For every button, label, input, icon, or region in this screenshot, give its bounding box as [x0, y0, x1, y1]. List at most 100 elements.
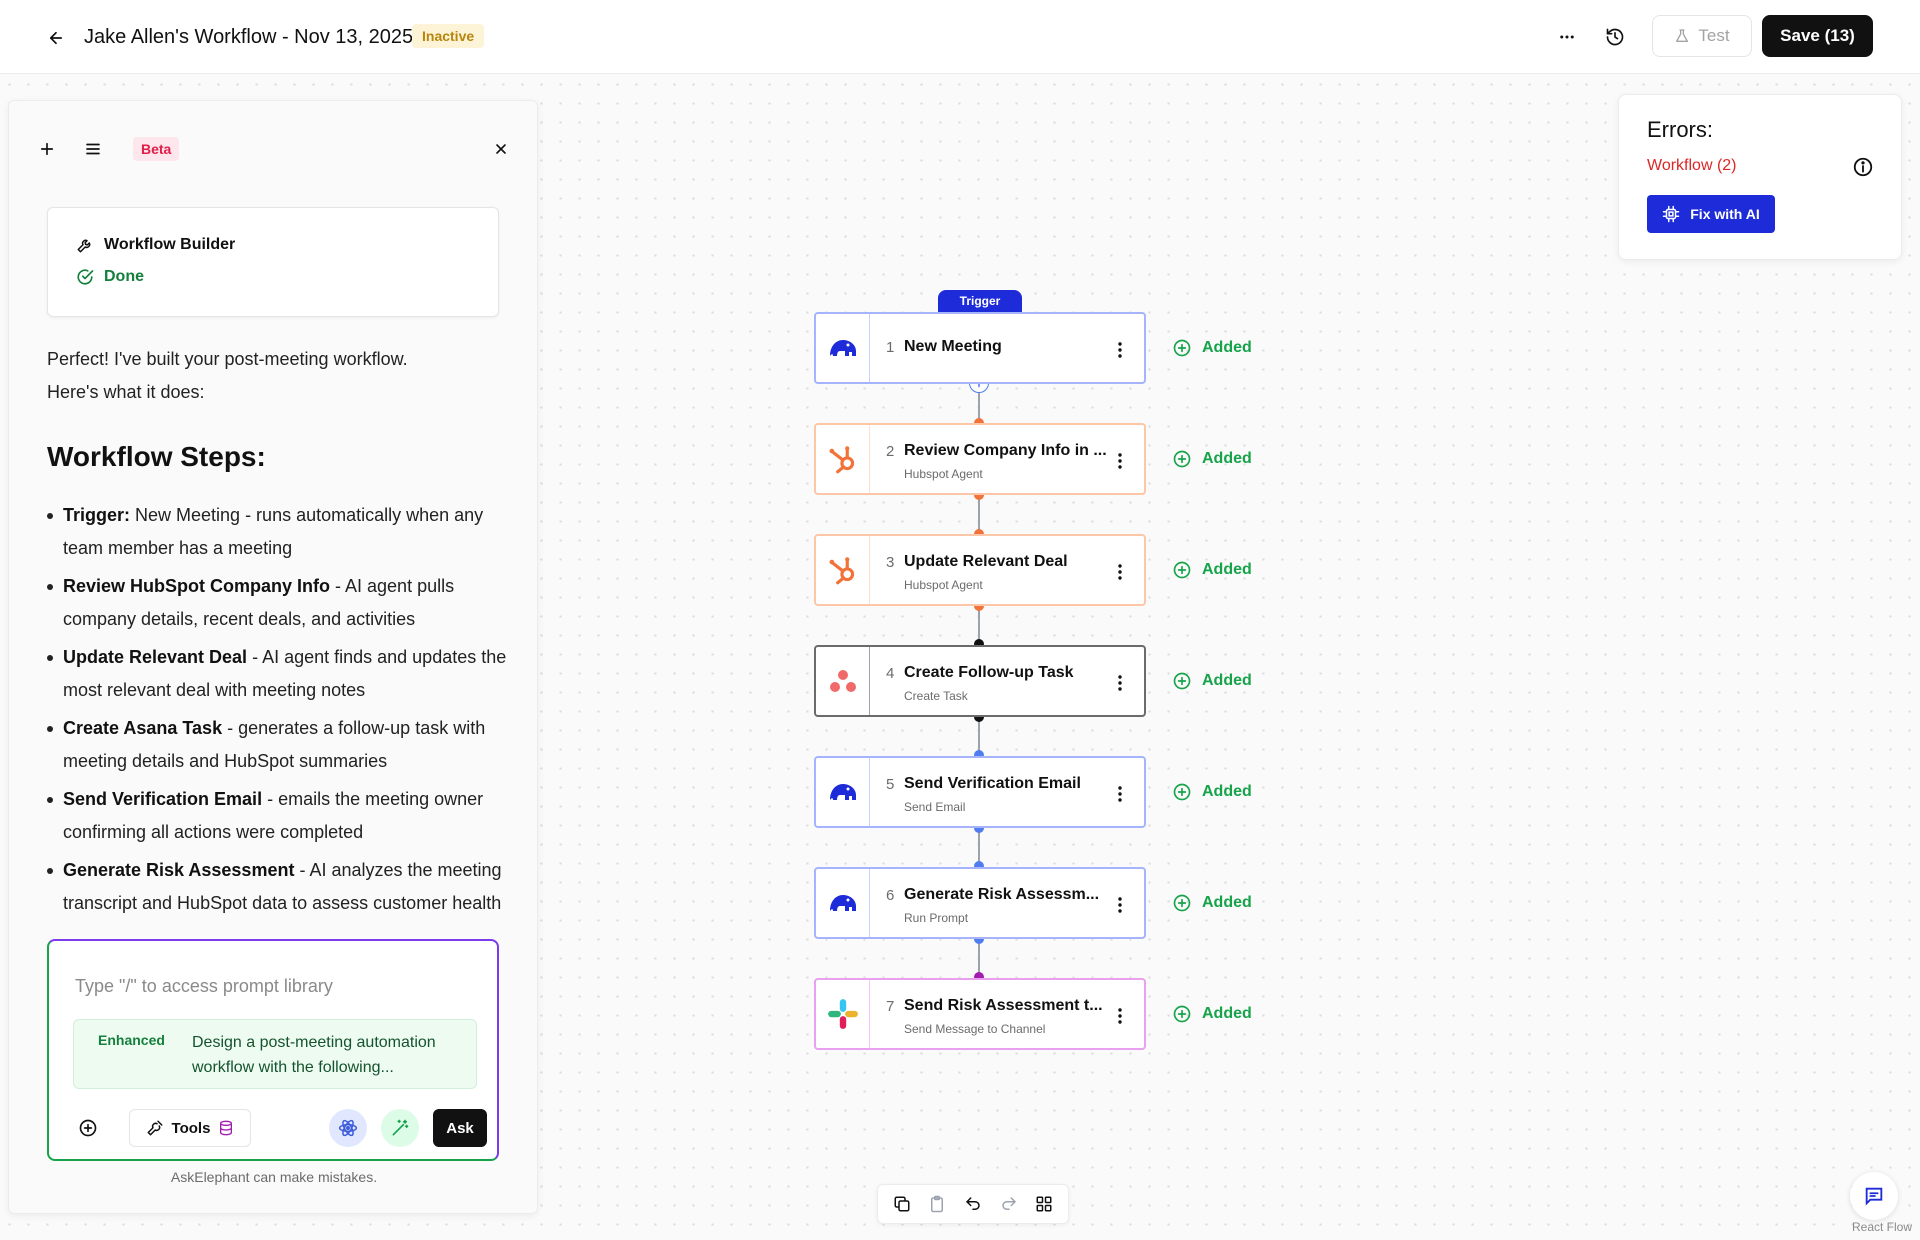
asana-icon	[829, 670, 856, 692]
history-icon	[1606, 28, 1624, 46]
enhanced-prompt-card[interactable]: Enhanced Design a post-meeting automatio…	[73, 1019, 477, 1089]
new-chat-button[interactable]	[33, 135, 61, 163]
attach-button[interactable]	[73, 1113, 103, 1143]
react-flow-attribution[interactable]: React Flow	[1852, 1220, 1912, 1234]
steps-heading: Workflow Steps:	[47, 441, 266, 472]
feedback-chat-button[interactable]	[1850, 1172, 1898, 1220]
elephant-icon	[829, 340, 856, 356]
prompt-input[interactable]	[75, 971, 475, 1001]
node-icon-box	[816, 536, 870, 604]
undo-icon	[966, 1197, 980, 1210]
node-title: Review Company Info in ...	[904, 442, 1107, 459]
version-history-button[interactable]	[1600, 22, 1630, 52]
node-body: 6 Generate Risk Assessm... Run Prompt	[870, 869, 1144, 937]
hubspot-icon	[829, 446, 854, 474]
plus-icon	[40, 142, 54, 156]
chat-panel: Beta Workflow Builder Done Perfect! I've…	[8, 100, 538, 1214]
elephant-icon	[829, 784, 856, 800]
workflow-node-risk-assessment[interactable]: 6 Generate Risk Assessm... Run Prompt	[814, 867, 1146, 939]
added-label: Added	[1202, 450, 1252, 467]
workflow-node-send-slack[interactable]: 7 Send Risk Assessment t... Send Message…	[814, 978, 1146, 1050]
added-tag: Added	[1172, 558, 1272, 582]
node-icon-box	[816, 869, 870, 937]
ask-button[interactable]: Ask	[433, 1109, 487, 1147]
vertical-ellipsis-icon	[1118, 453, 1122, 469]
node-menu-button[interactable]	[1110, 449, 1130, 473]
node-menu-button[interactable]	[1110, 782, 1130, 806]
node-number: 1	[886, 339, 895, 356]
builder-title: Workflow Builder	[104, 236, 236, 253]
back-button[interactable]	[42, 24, 70, 52]
workflow-node-update-deal[interactable]: 3 Update Relevant Deal Hubspot Agent	[814, 534, 1146, 606]
fix-with-ai-button[interactable]: Fix with AI	[1647, 195, 1775, 233]
workflow-node-review-company[interactable]: 2 Review Company Info in ... Hubspot Age…	[814, 423, 1146, 495]
list-item: Trigger: New Meeting - runs automaticall…	[47, 499, 517, 565]
close-icon	[496, 144, 506, 154]
list-item: Create Asana Task - generates a follow-u…	[47, 712, 517, 778]
added-label: Added	[1202, 561, 1252, 578]
chat-history-button[interactable]	[79, 135, 107, 163]
added-label: Added	[1202, 894, 1252, 911]
flask-icon	[1676, 29, 1689, 42]
close-panel-button[interactable]	[487, 135, 515, 163]
added-tag: Added	[1172, 780, 1272, 804]
message-icon	[1865, 1187, 1883, 1206]
vertical-ellipsis-icon	[1118, 897, 1122, 913]
list-item: Update Relevant Deal - AI agent finds an…	[47, 641, 517, 707]
elephant-icon	[829, 895, 856, 911]
copy-button[interactable]	[887, 1189, 917, 1219]
node-menu-button[interactable]	[1110, 1004, 1130, 1028]
save-button[interactable]: Save (13)	[1762, 15, 1873, 57]
intro-line-1: Perfect! I've built your post-meeting wo…	[47, 349, 408, 369]
enhanced-prompt-text: Design a post-meeting automation workflo…	[192, 1034, 436, 1076]
atom-icon	[338, 1119, 358, 1137]
tools-label: Tools	[171, 1119, 211, 1137]
step-name: Update Relevant Deal	[63, 647, 248, 667]
errors-info-button[interactable]	[1851, 155, 1875, 179]
check-circle-icon	[77, 269, 94, 285]
node-menu-button[interactable]	[1110, 893, 1130, 917]
step-name: Trigger:	[63, 505, 131, 525]
more-options-button[interactable]	[1552, 22, 1582, 52]
info-icon	[1853, 157, 1873, 177]
node-menu-button[interactable]	[1110, 671, 1130, 695]
test-label: Test	[1698, 26, 1730, 45]
test-button[interactable]: Test	[1652, 15, 1752, 57]
builder-status: Done	[104, 268, 144, 285]
app-header: Jake Allen's Workflow - Nov 13, 2025 Ina…	[0, 0, 1920, 74]
menu-icon	[86, 143, 100, 155]
node-number: 7	[886, 998, 895, 1015]
beta-badge: Beta	[133, 137, 180, 161]
status-badge: Inactive	[412, 24, 485, 48]
auto-layout-button[interactable]	[1029, 1189, 1059, 1219]
node-subtitle: Create Task	[904, 689, 968, 703]
errors-panel: Errors: Workflow (2) Fix with AI	[1618, 94, 1902, 260]
workflow-node-send-email[interactable]: 5 Send Verification Email Send Email	[814, 756, 1146, 828]
vertical-ellipsis-icon	[1118, 342, 1122, 358]
node-body: 7 Send Risk Assessment t... Send Message…	[870, 980, 1144, 1048]
plus-circle-icon	[1173, 1005, 1191, 1023]
redo-button[interactable]	[994, 1189, 1024, 1219]
workflow-node-create-task[interactable]: 4 Create Follow-up Task Create Task	[814, 645, 1146, 717]
workflow-node-new-meeting[interactable]: 1 New Meeting	[814, 312, 1146, 384]
workflow-errors-link[interactable]: Workflow (2)	[1647, 157, 1737, 175]
node-title: Generate Risk Assessm...	[904, 886, 1100, 903]
node-subtitle: Hubspot Agent	[904, 467, 983, 481]
node-icon-box	[816, 314, 870, 382]
slack-icon	[827, 999, 858, 1029]
plus-circle-icon	[1173, 894, 1191, 912]
paste-button[interactable]	[922, 1189, 952, 1219]
plus-circle-icon	[1173, 561, 1191, 579]
fix-with-ai-label: Fix with AI	[1690, 206, 1760, 222]
node-body: 2 Review Company Info in ... Hubspot Age…	[870, 425, 1144, 493]
node-menu-button[interactable]	[1110, 338, 1130, 362]
plus-circle-icon	[1173, 339, 1191, 357]
node-icon-box	[816, 980, 870, 1048]
tools-button[interactable]: Tools	[129, 1109, 251, 1147]
plus-circle-icon	[1173, 672, 1191, 690]
undo-button[interactable]	[958, 1189, 988, 1219]
enhance-prompt-button[interactable]	[381, 1109, 419, 1147]
grid-icon	[1036, 1196, 1052, 1212]
node-menu-button[interactable]	[1110, 560, 1130, 584]
model-selector-button[interactable]	[329, 1109, 367, 1147]
